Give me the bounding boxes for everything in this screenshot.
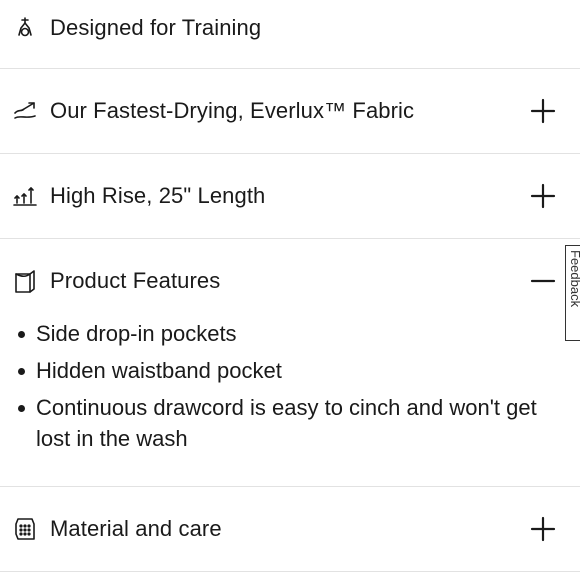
product-features-list: Side drop-in pockets Hidden waistband po… bbox=[0, 318, 556, 460]
section-title: Our Fastest-Drying, Everlux™ Fabric bbox=[50, 98, 415, 123]
expand-plus-icon[interactable] bbox=[530, 98, 556, 124]
section-high-rise[interactable]: High Rise, 25" Length bbox=[0, 154, 580, 239]
section-fabric[interactable]: Our Fastest-Drying, Everlux™ Fabric bbox=[0, 69, 580, 154]
expand-plus-icon[interactable] bbox=[530, 183, 556, 209]
rise-length-icon bbox=[12, 183, 38, 209]
section-title: High Rise, 25" Length bbox=[50, 183, 266, 208]
product-features-icon bbox=[12, 268, 38, 294]
section-title: Designed for Training bbox=[50, 15, 262, 40]
section-material-care[interactable]: Material and care bbox=[0, 487, 580, 572]
expand-plus-icon[interactable] bbox=[530, 516, 556, 542]
section-title: Product Features bbox=[50, 268, 221, 293]
list-item: Hidden waistband pocket bbox=[18, 355, 556, 386]
material-care-icon bbox=[12, 516, 38, 542]
list-item: Continuous drawcord is easy to cinch and… bbox=[18, 392, 556, 454]
fast-drying-icon bbox=[12, 98, 38, 124]
section-designed-for-training: Designed for Training bbox=[0, 0, 580, 69]
feedback-label: Feedback bbox=[568, 250, 580, 308]
list-item: Side drop-in pockets bbox=[18, 318, 556, 349]
section-title: Material and care bbox=[50, 516, 222, 541]
feedback-tab[interactable]: Feedback bbox=[565, 245, 580, 341]
collapse-minus-icon[interactable] bbox=[530, 268, 556, 294]
training-icon bbox=[12, 15, 38, 41]
